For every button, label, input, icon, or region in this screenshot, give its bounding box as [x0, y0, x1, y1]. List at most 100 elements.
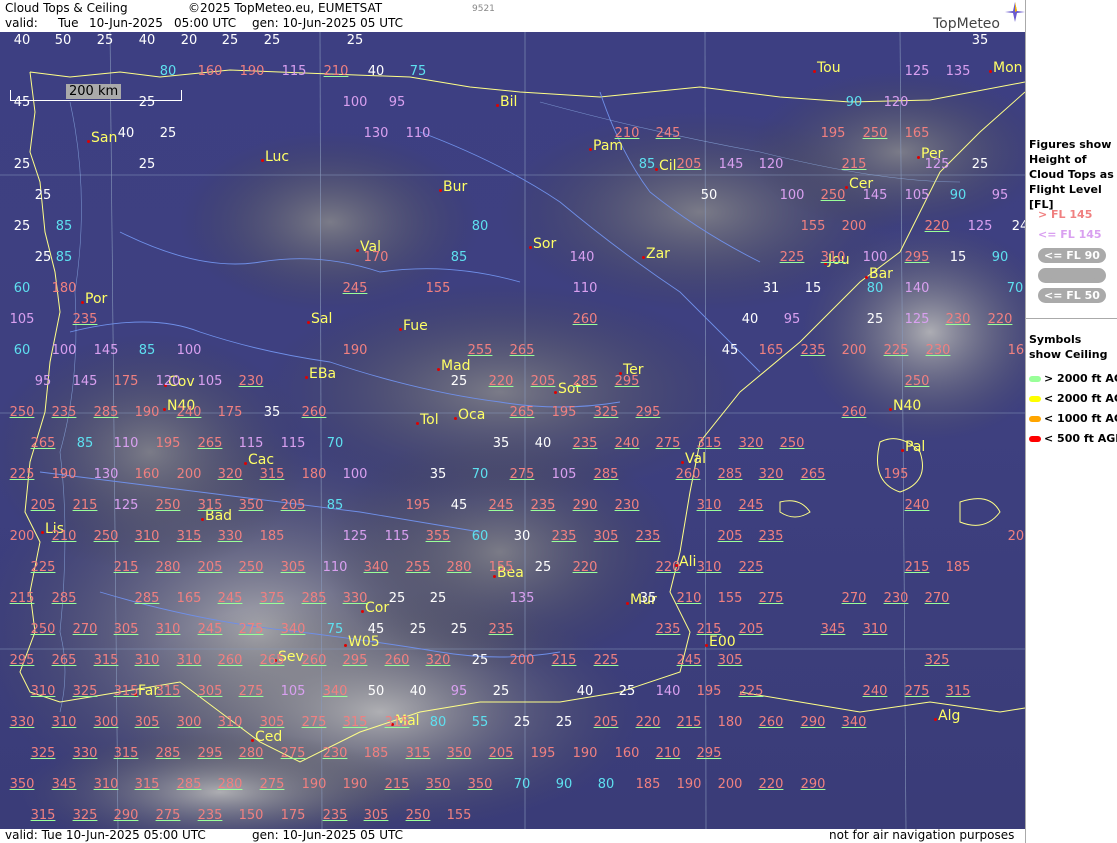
city-marker: [493, 575, 496, 578]
cloud-top-value: 310: [862, 622, 888, 637]
symbols-legend-title: Symbols show Ceiling: [1029, 333, 1108, 361]
cloud-top-value: 210: [614, 126, 640, 141]
cloud-top-value: 85: [450, 250, 468, 265]
brand-compass-icon: [1005, 2, 1025, 22]
cloud-top-value: 220: [635, 715, 661, 730]
cloud-top-value: 275: [904, 684, 930, 699]
cloud-top-value: 190: [51, 467, 77, 482]
cloud-top-value: 275: [259, 777, 285, 792]
cloud-top-value: 310: [820, 250, 846, 265]
cloud-top-value: 355: [425, 529, 451, 544]
cloud-top-value: 85: [638, 157, 656, 172]
cloud-top-value: 150: [238, 808, 264, 823]
cloud-top-value: 190: [676, 777, 702, 792]
cloud-top-value: 295: [197, 746, 223, 761]
cloud-top-value: 85: [138, 343, 156, 358]
city-label: Sal: [311, 311, 333, 327]
cloud-top-value: 205: [488, 746, 514, 761]
city-marker: [163, 408, 166, 411]
cloud-top-value: 230: [883, 591, 909, 606]
map-title: Cloud Tops & Ceiling: [5, 1, 128, 15]
cloud-top-value: 215: [904, 560, 930, 575]
city-label: Zar: [646, 246, 670, 262]
legend-panel: Figures show Height of Cloud Tops as Fli…: [1025, 0, 1117, 843]
cloud-top-value: 260: [758, 715, 784, 730]
city-label: San: [91, 130, 118, 146]
satellite-map[interactable]: 200 km Tou Mon Bil San Luc Pam Cil Per Cer Bur Sor…: [0, 32, 1025, 829]
cloud-top-value: 260: [675, 467, 701, 482]
cloud-top-value: 95: [783, 312, 801, 327]
cloud-top-value: 25: [159, 126, 177, 141]
cloud-top-value: 90: [555, 777, 573, 792]
city-marker: [655, 168, 658, 171]
cloud-top-value: 85: [55, 250, 73, 265]
cloud-top-value: 115: [384, 529, 410, 544]
cloud-top-value: 350: [238, 498, 264, 513]
cloud-top-value: 350: [446, 746, 472, 761]
cloud-top-value: 325: [30, 746, 56, 761]
cloud-top-value: 70: [513, 777, 531, 792]
ceiling-symbol-icon: [1029, 416, 1041, 422]
ceiling-symbol-icon: [1029, 436, 1041, 442]
cloud-top-value: 310: [696, 498, 722, 513]
valid-time: 05:00 UTC: [174, 16, 237, 30]
cloud-top-value: 260: [301, 405, 327, 420]
city-label: Val: [685, 451, 706, 467]
cloud-top-value: 250: [820, 188, 846, 203]
cloud-top-value: 105: [280, 684, 306, 699]
cloud-top-value: 25: [534, 560, 552, 575]
cloud-top-value: 35: [639, 591, 657, 606]
cloud-top-value: 200: [841, 219, 867, 234]
city-label: Bil: [500, 94, 518, 110]
cloud-top-value: 235: [655, 622, 681, 637]
cloud-top-value: 25: [13, 219, 31, 234]
cloud-top-value: 40: [138, 33, 156, 48]
cloud-top-value: 330: [9, 715, 35, 730]
cloud-top-value: 320: [738, 436, 764, 451]
cloud-top-value: 245: [488, 498, 514, 513]
cloud-top-value: 25: [34, 250, 52, 265]
cloud-top-value: 25: [34, 188, 52, 203]
cloud-top-value: 195: [530, 746, 556, 761]
cloud-top-value: 310: [134, 653, 160, 668]
header-bar: Cloud Tops & Ceiling ©2025 TopMeteo.eu, …: [0, 0, 1025, 32]
cloud-top-value: 305: [717, 653, 743, 668]
cloud-top-value: 200: [1007, 529, 1025, 544]
ceiling-symbol-icon: [1029, 396, 1041, 402]
city-label: Bur: [443, 179, 468, 195]
ceiling-legend-item: < 2000 ft AGL: [1029, 392, 1117, 405]
ceiling-symbol-icon: [1029, 376, 1041, 382]
cloud-top-value: 275: [655, 436, 681, 451]
cloud-top-value: 280: [217, 777, 243, 792]
cloud-top-value: 290: [800, 715, 826, 730]
cloud-top-value: 295: [9, 653, 35, 668]
cloud-top-value: 285: [51, 591, 77, 606]
cloud-top-value: 90: [949, 188, 967, 203]
cloud-top-value: 115: [281, 64, 307, 79]
cloud-top-value: 375: [259, 591, 285, 606]
cloud-top-value: 185: [259, 529, 285, 544]
cloud-top-value: 40: [117, 126, 135, 141]
cloud-top-value: 175: [280, 808, 306, 823]
cloud-top-value: 250: [93, 529, 119, 544]
cloud-top-value: 125: [113, 498, 139, 513]
city-marker: [589, 148, 592, 151]
fl-legend-item: <= FL 145: [1038, 228, 1102, 241]
cloud-top-value: 100: [862, 250, 888, 265]
city-label: Tou: [817, 60, 841, 76]
cloud-top-value: 180: [717, 715, 743, 730]
cloud-top-value: 295: [696, 746, 722, 761]
cloud-top-value: 95: [991, 188, 1009, 203]
cloud-top-value: 260: [301, 653, 327, 668]
city-label: Cac: [248, 452, 275, 468]
cloud-top-value: 205: [197, 560, 223, 575]
cloud-top-value: 340: [363, 560, 389, 575]
cloud-top-value: 275: [238, 684, 264, 699]
cloud-top-value: 290: [113, 808, 139, 823]
cloud-top-value: 140: [655, 684, 681, 699]
cloud-top-value: 50: [54, 33, 72, 48]
cloud-top-value: 240: [862, 684, 888, 699]
cloud-top-value: 80: [866, 281, 884, 296]
cloud-top-value: 240: [614, 436, 640, 451]
cloud-top-value: 95: [34, 374, 52, 389]
